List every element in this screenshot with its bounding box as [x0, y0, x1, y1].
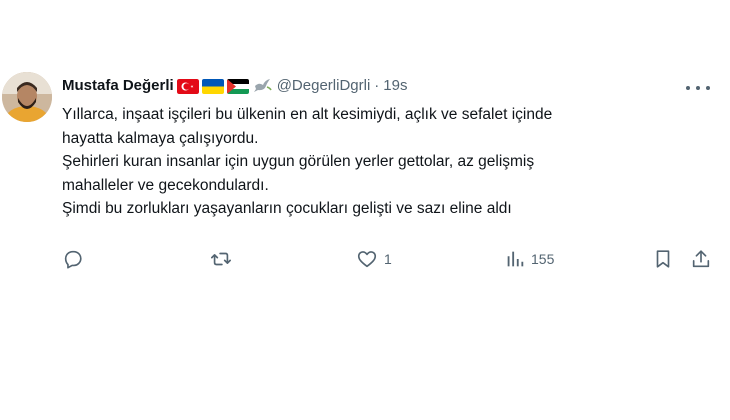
ukraine-flag-icon	[201, 78, 224, 94]
views-count: 155	[531, 251, 555, 267]
avatar[interactable]	[2, 72, 52, 122]
like-button[interactable]: 1	[356, 248, 392, 270]
retweet-button[interactable]	[209, 248, 239, 270]
more-options-icon[interactable]	[686, 80, 710, 96]
share-icon	[692, 250, 710, 268]
tweet-line: hayatta kalmaya çalışıyordu.	[62, 129, 259, 147]
turkey-flag-icon	[176, 78, 199, 94]
bookmark-icon	[656, 250, 670, 268]
heart-icon	[357, 251, 377, 268]
dove-icon	[253, 79, 272, 92]
tweet-line: Şehirleri kuran insanlar için uygun görü…	[62, 153, 535, 170]
tweet-actions: 1 155	[62, 248, 722, 274]
reply-icon	[64, 250, 82, 269]
bookmark-button[interactable]	[652, 248, 674, 270]
tweet-line: Şimdi bu zorlukları yaşayanların çocukla…	[62, 200, 512, 217]
like-count: 1	[384, 251, 392, 267]
author-badges	[176, 78, 249, 94]
views-button[interactable]: 155	[505, 248, 554, 270]
reply-button[interactable]	[62, 248, 90, 270]
retweet-icon	[211, 252, 231, 266]
tweet-timestamp[interactable]: 19s	[383, 76, 407, 96]
views-chart-icon	[507, 251, 524, 267]
tweet-header: Mustafa Değerli @DegerliDgrli · 19s	[62, 76, 407, 96]
author-name[interactable]: Mustafa Değerli	[62, 76, 174, 96]
tweet-line: Yıllarca, inşaat işçileri bu ülkenin en …	[62, 106, 553, 123]
tweet-line: mahalleler ve gecekondulardı.	[62, 176, 269, 194]
avatar-image	[2, 72, 52, 122]
palestine-flag-icon	[226, 78, 249, 94]
author-handle[interactable]: @DegerliDgrli	[277, 76, 371, 96]
separator-dot: ·	[374, 77, 380, 94]
tweet-text: Yıllarca, inşaat işçileri bu ülkenin en …	[62, 103, 712, 221]
share-button[interactable]	[690, 248, 712, 270]
tweet-card: Mustafa Değerli @DegerliDgrli · 19s Yıll…	[0, 0, 730, 420]
